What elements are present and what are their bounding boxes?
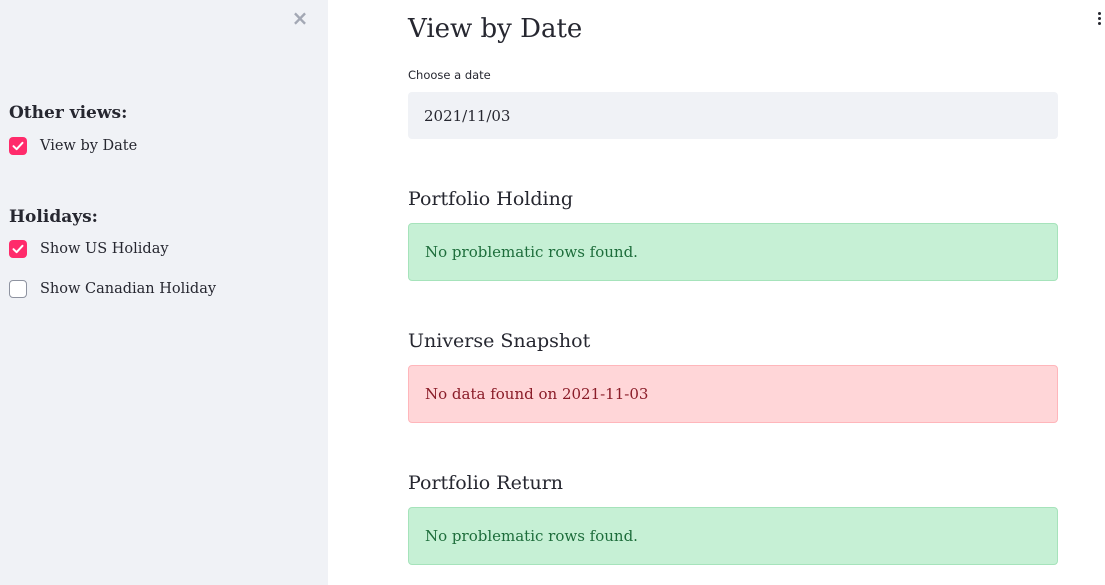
alert-message: No problematic rows found. — [425, 527, 638, 545]
alert-message: No data found on 2021-11-03 — [425, 385, 649, 403]
menu-dot — [1098, 22, 1101, 25]
page-title: View by Date — [408, 14, 583, 44]
other-views-heading: Other views: — [9, 103, 128, 123]
show-canadian-holiday-checkbox[interactable] — [9, 280, 27, 298]
sidebar: × Other views: View by Date Holidays: Sh… — [0, 0, 328, 585]
portfolio-return-success-alert: No problematic rows found. — [408, 507, 1058, 565]
show-us-holiday-checkbox[interactable] — [9, 240, 27, 258]
universe-snapshot-heading: Universe Snapshot — [408, 330, 591, 352]
portfolio-return-heading: Portfolio Return — [408, 472, 564, 494]
date-field-label: Choose a date — [408, 68, 491, 82]
show-us-holiday-label: Show US Holiday — [40, 241, 169, 257]
show-canadian-holiday-checkbox-row[interactable]: Show Canadian Holiday — [9, 280, 216, 298]
view-by-date-checkbox[interactable] — [9, 137, 27, 155]
close-sidebar-button[interactable]: × — [290, 8, 310, 28]
portfolio-holding-success-alert: No problematic rows found. — [408, 223, 1058, 281]
portfolio-holding-heading: Portfolio Holding — [408, 188, 573, 210]
app-root: × Other views: View by Date Holidays: Sh… — [0, 0, 1105, 585]
show-us-holiday-checkbox-row[interactable]: Show US Holiday — [9, 240, 169, 258]
holidays-heading: Holidays: — [9, 207, 98, 227]
checkmark-icon — [12, 244, 24, 254]
universe-snapshot-error-alert: No data found on 2021-11-03 — [408, 365, 1058, 423]
alert-message: No problematic rows found. — [425, 243, 638, 261]
view-by-date-checkbox-row[interactable]: View by Date — [9, 137, 137, 155]
date-input[interactable] — [408, 92, 1058, 139]
checkmark-icon — [12, 141, 24, 151]
view-by-date-label: View by Date — [40, 138, 138, 154]
more-menu-icon[interactable] — [1098, 12, 1104, 28]
menu-dot — [1098, 12, 1101, 15]
show-canadian-holiday-label: Show Canadian Holiday — [40, 281, 217, 297]
menu-dot — [1098, 17, 1101, 20]
